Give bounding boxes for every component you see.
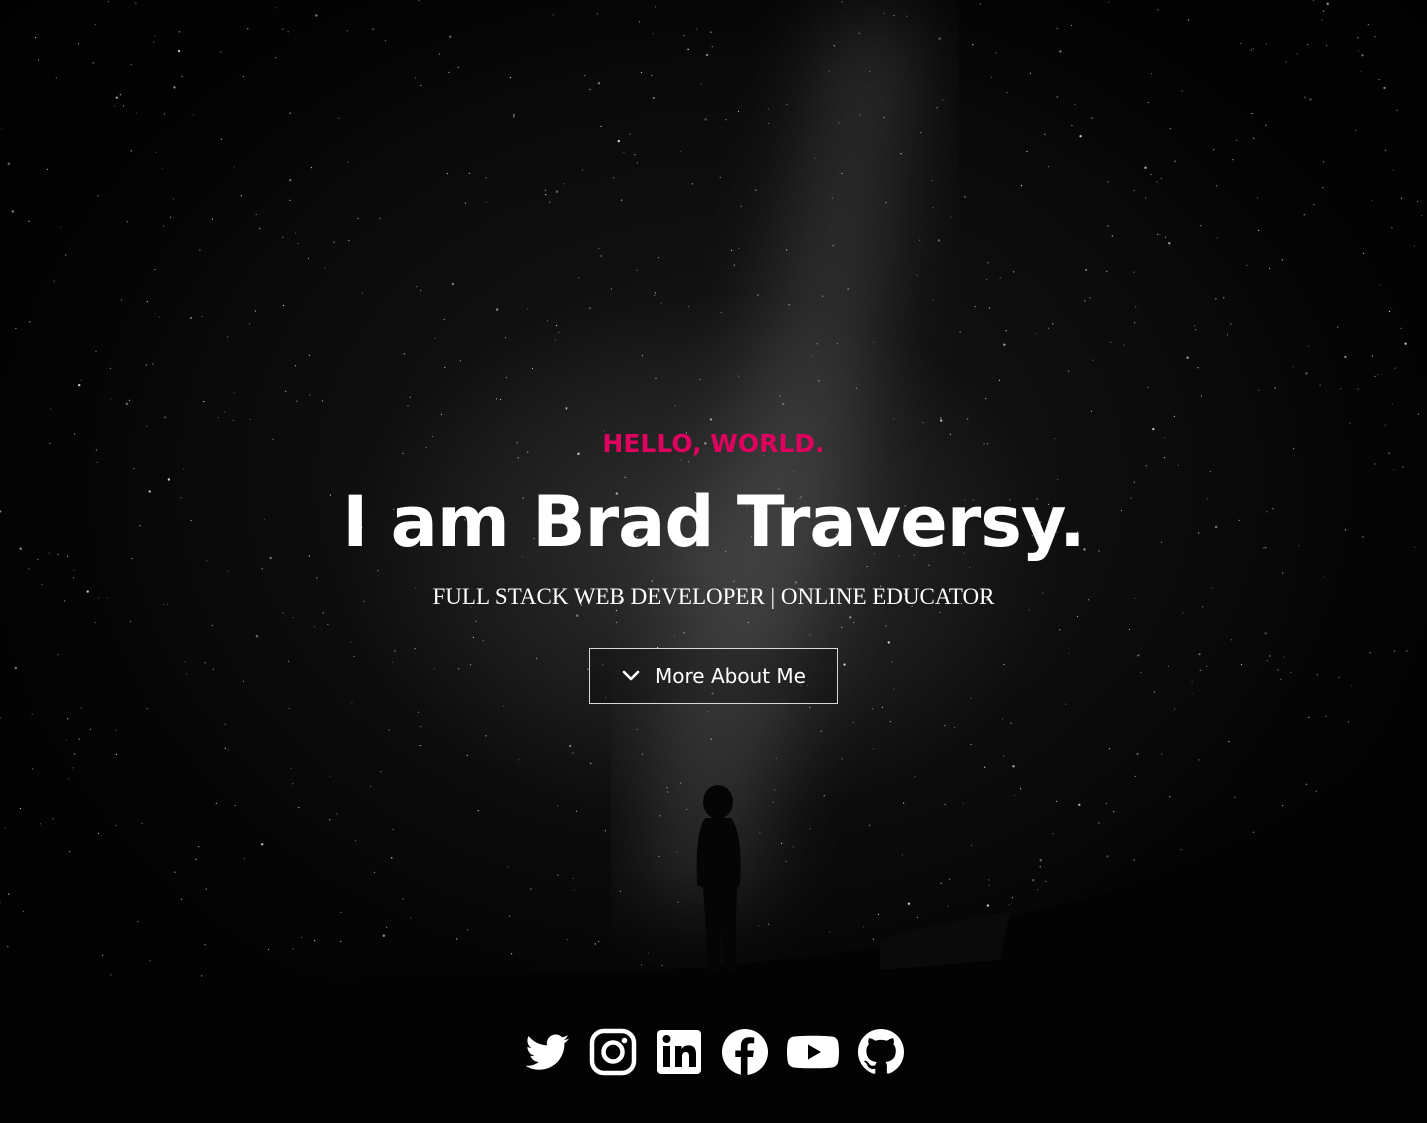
more-about-me-label: More About Me (655, 664, 806, 688)
youtube-icon (786, 1035, 839, 1069)
social-links (0, 1026, 1427, 1078)
youtube-link[interactable] (785, 1026, 841, 1078)
instagram-link[interactable] (587, 1026, 639, 1078)
hero-section: HELLO, WORLD. I am Brad Traversy. FULL S… (0, 0, 1427, 1123)
greeting-text: HELLO, WORLD. (602, 429, 825, 458)
twitter-link[interactable] (521, 1026, 573, 1078)
facebook-link[interactable] (719, 1026, 771, 1078)
linkedin-link[interactable] (653, 1026, 705, 1078)
facebook-icon (721, 1029, 768, 1075)
hero-content: HELLO, WORLD. I am Brad Traversy. FULL S… (0, 422, 1427, 704)
github-icon (857, 1029, 904, 1074)
twitter-icon (525, 1034, 569, 1070)
chevron-down-icon (622, 670, 640, 681)
instagram-icon (589, 1028, 636, 1076)
more-about-me-button[interactable]: More About Me (589, 648, 838, 704)
page-title: I am Brad Traversy. (342, 481, 1085, 563)
linkedin-icon (656, 1030, 701, 1074)
tagline-text: FULL STACK WEB DEVELOPER | ONLINE EDUCAT… (432, 584, 995, 609)
github-link[interactable] (855, 1026, 907, 1078)
person-silhouette (696, 785, 741, 972)
